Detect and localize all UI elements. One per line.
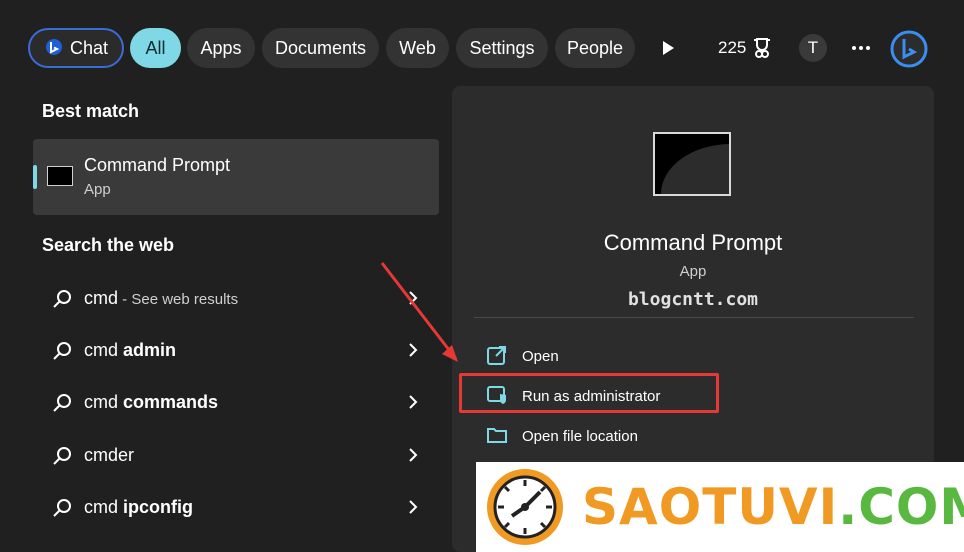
tab-chat-label: Chat (69, 37, 109, 58)
web-result-cmd-ipconfig[interactable]: cmd ipconfig (33, 485, 439, 531)
search-icon (53, 499, 71, 517)
tab-all-label: All (145, 37, 166, 58)
web-result-label: cmd commands (84, 392, 218, 413)
tab-documents[interactable]: Documents (262, 28, 379, 68)
search-icon (53, 342, 71, 360)
watermark-banner: SAOTUVI.COM (476, 462, 964, 552)
brand-name-part2: .COM (838, 478, 964, 536)
points-value: 225 (718, 38, 747, 57)
tab-web-label: Web (399, 37, 436, 58)
tab-all[interactable]: All (130, 28, 181, 68)
brand-name-part1: SAOTUVI (582, 478, 839, 536)
divider (474, 317, 914, 318)
bing-logo-icon (890, 30, 928, 68)
action-open-file-location-label: Open file location (522, 428, 638, 445)
open-external-icon (487, 346, 506, 365)
tab-documents-label: Documents (274, 37, 367, 58)
command-prompt-icon (47, 166, 73, 186)
ellipsis-icon (852, 46, 870, 50)
web-result-label: cmd - See web results (84, 288, 238, 309)
search-filter-bar: Chat All Apps Documents Web Settings Peo… (0, 0, 964, 96)
tab-web[interactable]: Web (386, 28, 449, 68)
best-match-title: Command Prompt (84, 155, 231, 175)
action-open[interactable]: Open (486, 342, 906, 372)
chevron-right-icon (409, 448, 418, 462)
query-bold: commands (123, 392, 219, 412)
query-text: cmd (84, 497, 124, 517)
query-bold: ipconfig (123, 497, 194, 517)
trophy-icon (754, 38, 771, 58)
web-result-label: cmd ipconfig (84, 497, 193, 518)
bing-chat-button[interactable] (888, 28, 930, 70)
more-options-button[interactable] (848, 36, 874, 60)
watermark-text: blogcntt.com (627, 289, 759, 310)
action-open-file-location[interactable]: Open file location (486, 422, 906, 452)
search-icon (53, 447, 71, 465)
query-text: cmd (84, 392, 124, 412)
search-web-heading: Search the web (42, 235, 175, 255)
more-tabs-button[interactable] (656, 36, 680, 60)
search-icon (53, 394, 71, 412)
brand-name: SAOTUVI.COM (582, 478, 964, 536)
folder-icon (487, 428, 507, 443)
bing-icon (45, 39, 62, 55)
icon-curve (661, 144, 729, 194)
clock-logo-icon (487, 469, 563, 545)
tab-people-label: People (566, 37, 624, 58)
best-match-heading: Best match (42, 101, 140, 121)
avatar-letter: T (807, 38, 819, 57)
best-match-result[interactable]: Command Prompt App (33, 139, 439, 215)
query-hint: - See web results (118, 291, 239, 308)
query-text: cmd (84, 340, 124, 360)
selection-indicator (33, 165, 37, 189)
tab-chat[interactable]: Chat (28, 28, 124, 68)
rewards-points[interactable]: 225 (718, 34, 772, 62)
query-text: cmd (84, 288, 119, 308)
action-open-label: Open (522, 348, 559, 365)
details-subtitle: App (679, 263, 707, 280)
best-match-subtitle: App (84, 181, 111, 198)
chevron-right-icon (409, 395, 418, 409)
web-result-cmder[interactable]: cmder (33, 433, 439, 479)
play-icon (663, 41, 674, 55)
query-bold: admin (123, 340, 177, 360)
details-title: Command Prompt (603, 230, 783, 255)
highlight-box (459, 373, 719, 413)
chevron-right-icon (409, 500, 418, 514)
web-result-label: cmder (84, 445, 134, 466)
query-text: cmder (84, 445, 135, 465)
tab-people[interactable]: People (555, 28, 635, 68)
web-result-label: cmd admin (84, 340, 176, 361)
search-icon (53, 290, 71, 308)
web-result-cmd-commands[interactable]: cmd commands (33, 380, 439, 426)
tab-settings[interactable]: Settings (456, 28, 548, 68)
command-prompt-large-icon (653, 132, 731, 196)
annotation-arrow-icon (380, 262, 458, 362)
tab-apps[interactable]: Apps (187, 28, 255, 68)
tab-settings-label: Settings (469, 37, 535, 58)
tab-apps-label: Apps (200, 37, 242, 58)
avatar[interactable]: T (799, 34, 827, 62)
